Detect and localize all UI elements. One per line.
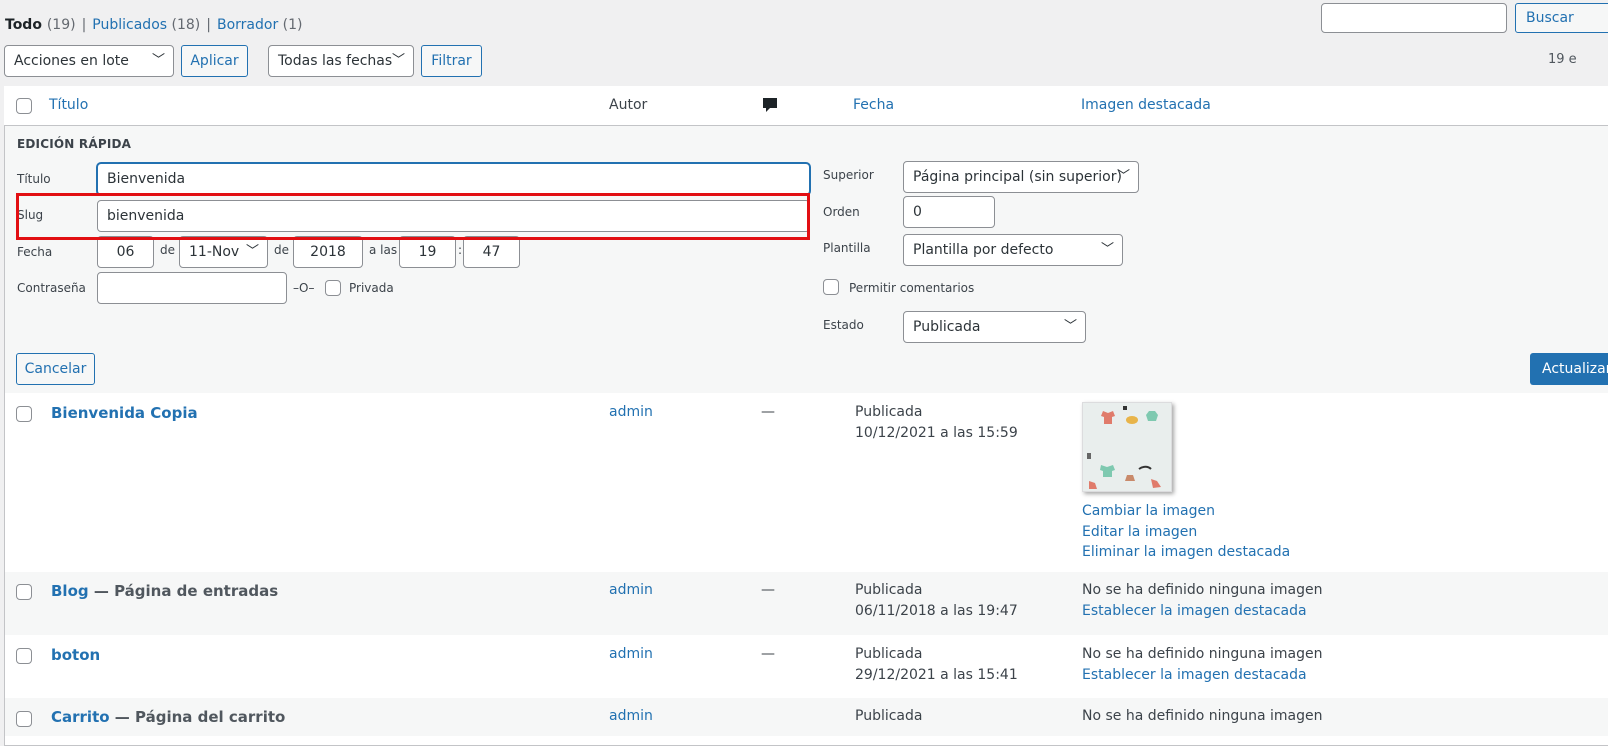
column-title[interactable]: Título <box>49 97 88 113</box>
column-author: Autor <box>609 97 648 113</box>
post-date: 29/12/2021 a las 15:41 <box>855 667 1018 683</box>
parent-label: Superior <box>823 168 874 182</box>
chevron-down-icon: ﹀ <box>1063 319 1077 334</box>
author-link[interactable]: admin <box>609 708 653 724</box>
month-select[interactable]: 11-Nov ﹀ <box>179 236 268 268</box>
chevron-down-icon: ﹀ <box>391 53 405 68</box>
items-count: 19 e <box>1548 52 1577 67</box>
at-label: a las <box>369 243 398 257</box>
table-row <box>5 635 1608 698</box>
filter-button[interactable]: Filtrar <box>421 45 482 77</box>
post-date: 10/12/2021 a las 15:59 <box>855 425 1018 441</box>
table-header <box>4 86 1608 126</box>
apply-button[interactable]: Aplicar <box>181 45 248 77</box>
time-colon: : <box>458 243 463 257</box>
order-label: Orden <box>823 205 860 219</box>
template-select[interactable]: Plantilla por defecto ﹀ <box>903 234 1123 266</box>
featured-image-thumbnail[interactable] <box>1082 402 1172 492</box>
status-filter-links: Todo (19) | Publicados (18) | Borrador (1) <box>5 17 303 33</box>
date-filter-select[interactable]: Todas las fechas ﹀ <box>268 45 414 77</box>
author-link[interactable]: admin <box>609 582 653 598</box>
date-label: Fecha <box>17 245 53 259</box>
post-title-link[interactable]: Carrito <box>51 708 110 726</box>
post-title-link[interactable]: Bienvenida Copia <box>51 404 198 422</box>
row-checkbox[interactable] <box>16 406 32 422</box>
set-featured-image-link[interactable]: Establecer la imagen destacada <box>1082 603 1307 619</box>
column-date[interactable]: Fecha <box>853 97 894 113</box>
no-image-text: No se ha definido ninguna imagen <box>1082 708 1323 724</box>
comments-count: — <box>761 646 775 662</box>
row-checkbox[interactable] <box>16 711 32 727</box>
order-input[interactable]: 0 <box>903 196 995 228</box>
post-state: — Página del carrito <box>109 708 286 726</box>
no-image-text: No se ha definido ninguna imagen <box>1082 582 1323 598</box>
password-input[interactable] <box>97 272 287 304</box>
filter-all[interactable]: Todo (19) <box>5 17 76 33</box>
search-button[interactable]: Buscar <box>1515 3 1608 33</box>
status-label: Estado <box>823 318 864 332</box>
allow-comments-checkbox[interactable] <box>823 279 839 295</box>
select-all-checkbox[interactable] <box>16 98 32 114</box>
comment-bubble-icon[interactable] <box>762 97 778 119</box>
remove-featured-image-link[interactable]: Eliminar la imagen destacada <box>1082 544 1290 560</box>
or-separator: –O– <box>293 281 315 295</box>
change-image-link[interactable]: Cambiar la imagen <box>1082 503 1215 519</box>
filter-published[interactable]: Publicados (18) <box>92 17 200 33</box>
private-checkbox[interactable] <box>325 280 341 296</box>
status-select[interactable]: Publicada ﹀ <box>903 311 1086 343</box>
post-status: Publicada <box>855 646 923 662</box>
day-input[interactable]: 06 <box>97 236 154 268</box>
no-image-text: No se ha definido ninguna imagen <box>1082 646 1323 662</box>
chevron-down-icon: ﹀ <box>245 244 259 259</box>
minute-input[interactable]: 47 <box>463 236 520 268</box>
year-input[interactable]: 2018 <box>293 236 363 268</box>
row-checkbox[interactable] <box>16 584 32 600</box>
post-title: Carrito — Página del carrito <box>51 708 285 726</box>
set-featured-image-link[interactable]: Establecer la imagen destacada <box>1082 667 1307 683</box>
post-title-link[interactable]: boton <box>51 646 100 664</box>
table-row <box>5 393 1608 571</box>
post-date: 06/11/2018 a las 19:47 <box>855 603 1018 619</box>
post-state: — Página de entradas <box>88 582 279 600</box>
post-title: Blog — Página de entradas <box>51 582 278 600</box>
parent-select[interactable]: Página principal (sin superior) ﹀ <box>903 161 1139 193</box>
comments-count: — <box>761 404 775 420</box>
chevron-down-icon: ﹀ <box>1116 169 1130 184</box>
private-label: Privada <box>349 281 394 295</box>
date-de-label-2: de <box>274 243 289 257</box>
password-label: Contraseña <box>17 281 86 295</box>
title-input[interactable]: Bienvenida <box>97 163 810 195</box>
edit-image-link[interactable]: Editar la imagen <box>1082 524 1197 540</box>
date-de-label: de <box>160 243 175 257</box>
update-button[interactable]: Actualizar <box>1530 353 1608 385</box>
chevron-down-icon: ﹀ <box>151 53 165 68</box>
chevron-down-icon: ﹀ <box>1100 242 1114 257</box>
post-status: Publicada <box>855 708 923 724</box>
search-input[interactable] <box>1321 3 1507 33</box>
column-featured-image[interactable]: Imagen destacada <box>1081 97 1211 113</box>
post-title-link[interactable]: Blog <box>51 582 89 600</box>
quick-edit-heading: EDICIÓN RÁPIDA <box>17 137 132 151</box>
row-checkbox[interactable] <box>16 648 32 664</box>
author-link[interactable]: admin <box>609 646 653 662</box>
cancel-button[interactable]: Cancelar <box>16 353 95 385</box>
bulk-actions-select[interactable]: Acciones en lote ﹀ <box>4 45 174 77</box>
hour-input[interactable]: 19 <box>399 236 456 268</box>
title-label: Título <box>17 172 51 186</box>
slug-highlight-box <box>16 193 810 240</box>
post-status: Publicada <box>855 582 923 598</box>
comments-count: — <box>761 582 775 598</box>
filter-draft[interactable]: Borrador (1) <box>217 17 303 33</box>
author-link[interactable]: admin <box>609 404 653 420</box>
template-label: Plantilla <box>823 241 871 255</box>
post-status: Publicada <box>855 404 923 420</box>
allow-comments-label: Permitir comentarios <box>849 281 975 295</box>
